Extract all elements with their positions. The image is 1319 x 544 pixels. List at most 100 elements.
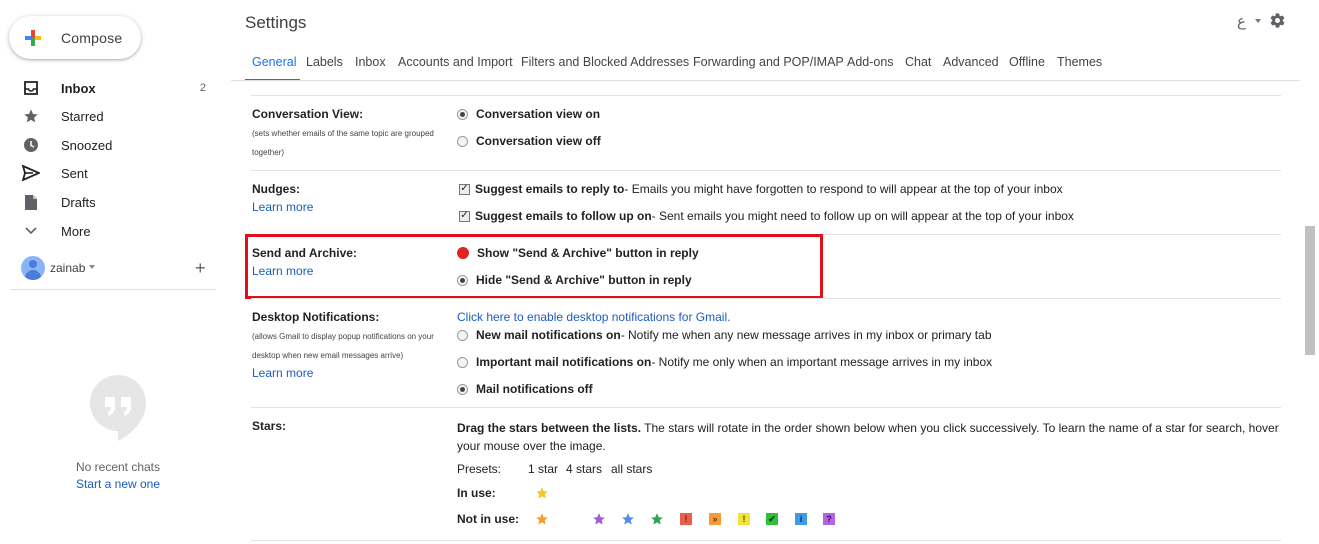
tab-add-ons[interactable]: Add-ons — [847, 55, 894, 69]
compose-label: Compose — [61, 29, 123, 46]
option-label: Suggest emails to reply to — [475, 182, 625, 196]
sidebar: Compose Inbox 2 Starred Snoozed Sent Dra… — [0, 0, 230, 544]
yellow-bang-icon[interactable]: ! — [738, 513, 750, 525]
conversation-view-subtitle: (sets whether emails of the same topic a… — [252, 129, 434, 157]
sidebar-item-label: Drafts — [61, 194, 96, 210]
option-label: Conversation view on — [476, 107, 601, 121]
radio-unselected[interactable] — [457, 356, 468, 368]
start-new-chat-link[interactable]: Start a new one — [0, 477, 236, 491]
account-caret-icon[interactable] — [89, 265, 95, 269]
suggest-follow-up-option[interactable]: ✓ Suggest emails to follow up on - Sent … — [457, 209, 1074, 223]
highlight-annotation-box — [245, 234, 823, 299]
star-icon — [22, 107, 40, 125]
sidebar-item-snoozed[interactable]: Snoozed — [0, 131, 220, 159]
conversation-view-on-option[interactable]: Conversation view on — [457, 107, 600, 121]
orange-star-icon[interactable] — [535, 512, 549, 526]
draft-icon — [22, 193, 40, 211]
sidebar-item-label: Sent — [61, 165, 88, 181]
sidebar-item-starred[interactable]: Starred — [0, 102, 220, 130]
option-label: New mail notifications on — [476, 328, 621, 342]
tabs-divider — [231, 80, 1300, 81]
account-row[interactable]: zainab + — [0, 255, 216, 281]
purple-star-icon[interactable] — [592, 512, 606, 526]
option-description: - Notify me only when an important messa… — [651, 355, 993, 369]
sidebar-item-sent[interactable]: Sent — [0, 159, 220, 187]
blue-info-icon[interactable]: i — [795, 513, 807, 525]
orange-guillemet-icon[interactable]: » — [709, 513, 721, 525]
sidebar-item-drafts[interactable]: Drafts — [0, 188, 220, 216]
tab-forwarding-and-pop-imap[interactable]: Forwarding and POP/IMAP — [693, 55, 844, 69]
inbox-count: 2 — [199, 82, 206, 94]
row-divider — [251, 170, 1281, 171]
tab-offline[interactable]: Offline — [1009, 55, 1045, 69]
radio-unselected[interactable] — [457, 329, 468, 341]
scrollbar-thumb[interactable] — [1305, 226, 1315, 355]
chevron-down-icon — [22, 222, 40, 240]
inbox-icon — [22, 79, 40, 97]
sidebar-item-more[interactable]: More — [0, 217, 220, 245]
tab-chat[interactable]: Chat — [905, 55, 931, 69]
desktop-notifications-learn-more-link[interactable]: Learn more — [252, 366, 313, 380]
tab-themes[interactable]: Themes — [1057, 55, 1102, 69]
sidebar-item-label: Starred — [61, 108, 104, 124]
compose-button[interactable]: Compose — [9, 16, 141, 59]
compose-plus-icon — [23, 28, 43, 48]
preset-all-stars-link[interactable]: all stars — [611, 462, 652, 476]
row-divider — [251, 298, 1281, 299]
nudges-title: Nudges: — [252, 182, 300, 196]
option-label: Conversation view off — [476, 134, 601, 148]
tab-general[interactable]: General — [252, 55, 296, 69]
sidebar-divider — [10, 289, 216, 290]
radio-selected[interactable] — [457, 108, 468, 120]
suggest-reply-option[interactable]: ✓ Suggest emails to reply to - Emails yo… — [457, 182, 1063, 196]
no-recent-chats-text: No recent chats — [75, 460, 161, 474]
tab-labels[interactable]: Labels — [306, 55, 343, 69]
preset-1-star-link[interactable]: 1 star — [528, 462, 558, 476]
tab-filters-and-blocked-addresses[interactable]: Filters and Blocked Addresses — [521, 55, 689, 69]
input-tools-caret-icon[interactable] — [1255, 19, 1261, 23]
option-label: Suggest emails to follow up on — [475, 209, 652, 223]
option-description: - Emails you might have forgotten to res… — [624, 182, 1063, 196]
sidebar-item-inbox[interactable]: Inbox 2 — [0, 74, 220, 102]
row-divider — [251, 407, 1281, 408]
tab-inbox[interactable]: Inbox — [355, 55, 386, 69]
nudges-learn-more-link[interactable]: Learn more — [252, 200, 313, 214]
sidebar-item-label: Inbox — [61, 80, 96, 96]
stars-instructions: Drag the stars between the lists. The st… — [457, 419, 1287, 455]
option-description: - Sent emails you might need to follow u… — [651, 209, 1074, 223]
hangouts-icon — [90, 375, 146, 441]
preset-4-stars-link[interactable]: 4 stars — [566, 462, 602, 476]
yellow-star-icon[interactable] — [535, 486, 549, 500]
checkbox-checked[interactable]: ✓ — [459, 210, 470, 222]
not-in-use-label: Not in use: — [457, 512, 519, 526]
input-tools-button[interactable]: ع — [1237, 12, 1246, 30]
blue-star-icon[interactable] — [621, 512, 635, 526]
clock-icon — [22, 136, 40, 154]
option-label: Mail notifications off — [476, 382, 593, 396]
mail-notifications-off-option[interactable]: Mail notifications off — [457, 382, 593, 396]
desktop-notifications-subtitle: (allows Gmail to display popup notificat… — [252, 332, 434, 360]
stars-drag-bold: Drag the stars between the lists. — [457, 421, 642, 435]
row-divider — [251, 95, 1281, 96]
radio-unselected[interactable] — [457, 135, 468, 147]
gear-icon[interactable] — [1269, 12, 1286, 29]
red-bang-icon[interactable]: ! — [680, 513, 692, 525]
tab-advanced[interactable]: Advanced — [943, 55, 999, 69]
green-check-icon[interactable]: ✔ — [766, 513, 778, 525]
option-description: - Notify me when any new message arrives… — [620, 328, 992, 342]
add-account-button[interactable]: + — [195, 259, 206, 277]
avatar[interactable] — [21, 256, 45, 280]
conversation-view-title: Conversation View: — [252, 107, 364, 121]
tab-accounts-and-import[interactable]: Accounts and Import — [398, 55, 513, 69]
account-name[interactable]: zainab — [50, 261, 85, 275]
radio-selected[interactable] — [457, 383, 468, 395]
green-star-icon[interactable] — [650, 512, 664, 526]
checkbox-checked[interactable]: ✓ — [459, 183, 470, 195]
enable-desktop-notifications-link[interactable]: Click here to enable desktop notificatio… — [457, 310, 730, 324]
important-mail-notifications-option[interactable]: Important mail notifications on - Notify… — [457, 355, 992, 369]
purple-question-icon[interactable]: ? — [823, 513, 835, 525]
conversation-view-off-option[interactable]: Conversation view off — [457, 134, 601, 148]
sidebar-item-label: More — [61, 223, 91, 239]
sidebar-item-label: Snoozed — [61, 137, 113, 153]
new-mail-notifications-option[interactable]: New mail notifications on - Notify me wh… — [457, 328, 992, 342]
